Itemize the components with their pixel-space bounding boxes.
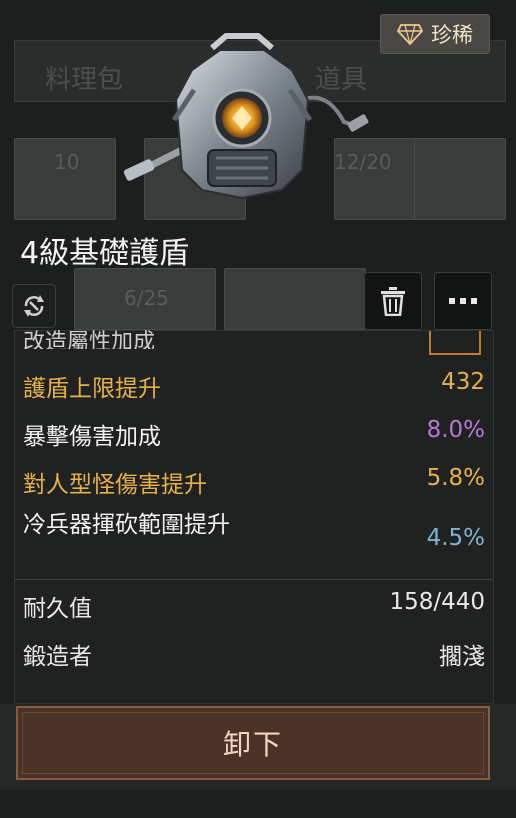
- forger-value: 擱淺: [439, 644, 485, 670]
- armor-vest-icon: [123, 33, 369, 200]
- trash-icon: [381, 287, 405, 316]
- stat-label: 護盾上限提升: [23, 376, 161, 402]
- rarity-label: 珍稀: [431, 23, 473, 47]
- background-cell: [224, 268, 366, 330]
- more-options-button[interactable]: [434, 272, 492, 330]
- more-dots-icon: [449, 298, 477, 304]
- stat-value: 432: [441, 369, 485, 395]
- modification-bonus-label: 改造屬性加成: [23, 330, 156, 349]
- bonus-badge: [429, 331, 481, 355]
- stat-value: 8.0%: [426, 417, 485, 443]
- durability-value: 158/440: [389, 589, 485, 615]
- stat-label: 對人型怪傷害提升: [23, 472, 207, 498]
- background-cell: [414, 138, 506, 220]
- stat-value: 4.5%: [426, 525, 485, 551]
- compare-button[interactable]: [12, 284, 56, 328]
- stat-value: 5.8%: [426, 465, 485, 491]
- divider: [15, 579, 493, 580]
- stat-row-melee-range: 冷兵器揮砍範圍提升 4.5%: [23, 511, 485, 571]
- unequip-button[interactable]: 卸下: [16, 706, 490, 780]
- background-count: 6/25: [124, 286, 169, 310]
- forger-label: 鍛造者: [23, 644, 92, 670]
- stat-label: 冷兵器揮砍範圍提升: [23, 512, 230, 538]
- rarity-badge: 珍稀: [380, 14, 490, 54]
- durability-label: 耐久值: [23, 596, 92, 622]
- unequip-label: 卸下: [222, 728, 283, 761]
- delete-button[interactable]: [364, 272, 422, 330]
- item-title: 4級基礎護盾: [20, 236, 190, 271]
- stat-label: 暴擊傷害加成: [23, 424, 161, 450]
- stats-panel[interactable]: 改造屬性加成 護盾上限提升 432 暴擊傷害加成 8.0% 對人型怪傷害提升 5…: [14, 330, 494, 704]
- background-count: 10: [54, 150, 80, 174]
- sync-icon: [24, 295, 44, 317]
- diamond-icon: [397, 24, 423, 45]
